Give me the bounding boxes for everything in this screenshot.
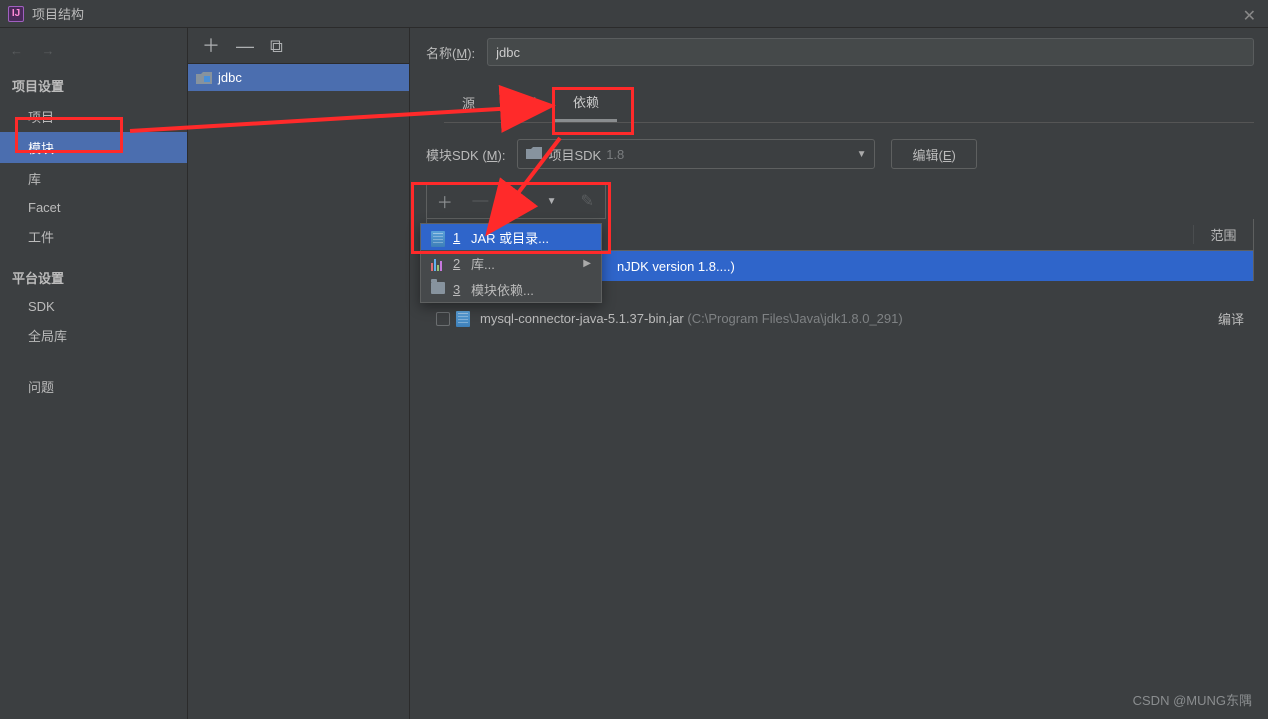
nav-item-libraries[interactable]: 库 — [0, 163, 187, 194]
tab-dependencies[interactable]: 依赖 — [555, 84, 617, 122]
sdk-select-text: 项目SDK — [548, 145, 601, 164]
popup-item-library[interactable]: 2 库... ▶ — [421, 250, 601, 276]
module-remove-icon[interactable]: — — [228, 37, 262, 55]
popup-item-label: 模块依赖... — [471, 280, 534, 299]
module-list-panel: ＋ — ⧉ jdbc — [188, 28, 410, 719]
popup-item-num: 1 — [453, 230, 463, 245]
library-icon — [431, 256, 445, 270]
watermark: CSDN @MUNG东隅 — [1133, 690, 1252, 709]
popup-item-module-dep[interactable]: 3 模块依赖... — [421, 276, 601, 302]
jar-icon — [456, 310, 472, 326]
name-row: 名称(M): — [426, 38, 1254, 66]
dep-add-icon[interactable]: ＋ — [427, 184, 463, 218]
nav-section-project: 项目设置 — [0, 70, 187, 101]
sdk-select[interactable]: 项目SDK 1.8 ▼ — [517, 139, 875, 169]
module-add-icon[interactable]: ＋ — [194, 37, 228, 55]
sdk-select-dim: 1.8 — [606, 147, 624, 162]
dependency-row[interactable]: mysql-connector-java-5.1.37-bin.jar (C:\… — [426, 303, 1254, 333]
edit-sdk-button[interactable]: 编辑(E) — [891, 139, 976, 169]
dependency-list-2: mysql-connector-java-5.1.37-bin.jar (C:\… — [426, 303, 1254, 333]
tabs: 源 路径 依赖 — [444, 84, 1254, 123]
popup-item-num: 3 — [453, 282, 463, 297]
dep-down-icon[interactable]: ▼ — [534, 184, 570, 218]
header-scope: 范围 — [1193, 225, 1253, 244]
module-copy-icon[interactable]: ⧉ — [262, 37, 291, 55]
tab-sources[interactable]: 源 — [444, 85, 493, 122]
app-icon: IJ — [8, 6, 24, 22]
left-nav: ← → 项目设置 项目 模块 库 Facet 工件 平台设置 SDK 全局库 问… — [0, 28, 188, 719]
dependency-toolbar: ＋ — ▲ ▼ ✎ — [426, 183, 606, 219]
sdk-row: 模块SDK (M): 项目SDK 1.8 ▼ 编辑(E) — [426, 139, 1254, 169]
window-title: 项目结构 — [32, 4, 84, 23]
chevron-right-icon: ▶ — [583, 258, 591, 269]
close-icon[interactable]: ✕ — [1243, 6, 1256, 26]
dep-export-checkbox[interactable] — [436, 310, 456, 326]
sdk-label: 模块SDK (M): — [426, 145, 505, 164]
dep-row-scope[interactable]: 编译 — [1194, 309, 1244, 328]
add-dependency-popup: 1 JAR 或目录... 2 库... ▶ 3 模块依赖... — [420, 223, 602, 303]
dep-remove-icon[interactable]: — — [463, 184, 499, 218]
nav-item-global-libs[interactable]: 全局库 — [0, 320, 187, 351]
folder-icon — [196, 71, 212, 85]
tab-paths[interactable]: 路径 — [493, 85, 555, 122]
dep-row-text: mysql-connector-java-5.1.37-bin.jar (C:\… — [480, 311, 1194, 326]
popup-item-jar[interactable]: 1 JAR 或目录... — [421, 224, 601, 250]
nav-item-modules[interactable]: 模块 — [0, 132, 187, 163]
module-icon — [431, 282, 445, 296]
dep-row-text: nJDK version 1.8....) — [617, 259, 1243, 274]
nav-item-sdk[interactable]: SDK — [0, 293, 187, 320]
popup-item-label: 库... — [471, 254, 495, 273]
popup-item-label: JAR 或目录... — [471, 228, 549, 247]
nav-back-icon[interactable]: ← — [10, 43, 23, 58]
jar-icon — [431, 230, 445, 244]
dep-up-icon[interactable]: ▲ — [498, 184, 534, 218]
dep-edit-icon[interactable]: ✎ — [569, 184, 605, 218]
name-label: 名称(M): — [426, 43, 475, 62]
folder-icon — [526, 146, 542, 163]
nav-forward-icon[interactable]: → — [41, 43, 54, 58]
popup-item-num: 2 — [453, 256, 463, 271]
nav-item-issues[interactable]: 问题 — [0, 371, 187, 402]
module-item-label: jdbc — [218, 70, 242, 85]
nav-item-facet[interactable]: Facet — [0, 194, 187, 221]
module-toolbar: ＋ — ⧉ — [188, 28, 409, 64]
nav-item-artifacts[interactable]: 工件 — [0, 221, 187, 252]
content: ← → 项目设置 项目 模块 库 Facet 工件 平台设置 SDK 全局库 问… — [0, 28, 1268, 719]
titlebar: IJ 项目结构 ✕ — [0, 0, 1268, 28]
module-name-input[interactable] — [487, 38, 1254, 66]
chevron-down-icon: ▼ — [857, 149, 867, 160]
nav-item-project[interactable]: 项目 — [0, 101, 187, 132]
module-item-jdbc[interactable]: jdbc — [188, 64, 409, 91]
nav-history: ← → — [0, 36, 187, 70]
nav-section-platform: 平台设置 — [0, 262, 187, 293]
module-settings-pane: 名称(M): 源 路径 依赖 模块SDK (M): 项目SDK 1.8 ▼ 编辑… — [410, 28, 1268, 719]
